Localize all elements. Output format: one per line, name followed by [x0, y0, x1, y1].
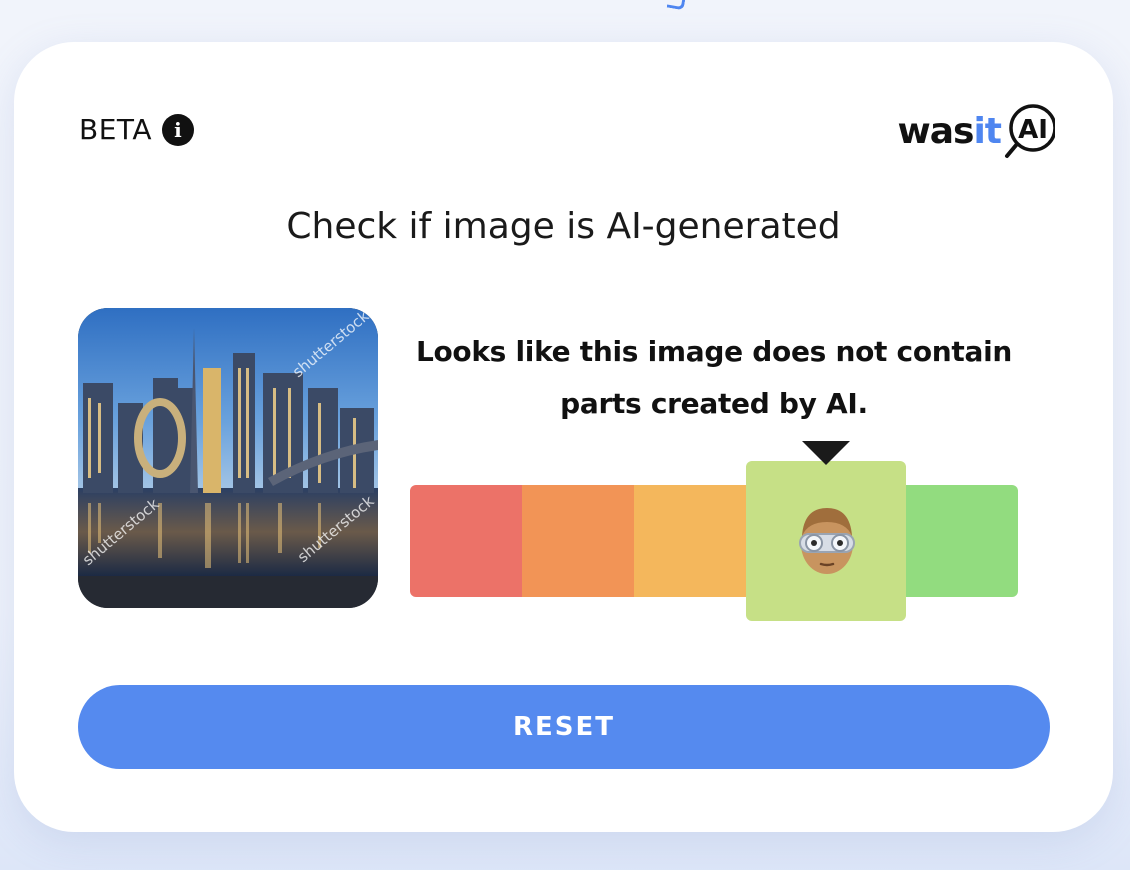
nerd-face-emoji-icon — [799, 508, 855, 574]
info-icon[interactable]: i — [161, 113, 194, 146]
city-skyline-image: shutterstock shutterstock shutterstock — [78, 308, 378, 608]
uploaded-image-preview: shutterstock shutterstock shutterstock — [78, 308, 378, 608]
ai-likelihood-meter — [410, 441, 1018, 621]
wasitai-logo: wasit AI — [897, 102, 1055, 160]
decorative-mark — [666, 0, 687, 11]
meter-segment-5 — [906, 485, 1018, 597]
meter-segment-2 — [522, 485, 634, 597]
meter-segment-3 — [634, 485, 746, 597]
meter-segment-1 — [410, 485, 522, 597]
magnifier-icon: AI — [1005, 104, 1055, 158]
ai-checker-card: BETA i wasit AI Check if image is AI-gen… — [14, 42, 1113, 832]
meter-pointer-icon — [802, 441, 850, 465]
beta-badge: BETA i — [79, 113, 194, 146]
reset-button[interactable]: RESET — [78, 685, 1050, 769]
logo-ai-text: AI — [1018, 115, 1048, 145]
result-message: Looks like this image does not contain p… — [415, 335, 1013, 420]
beta-label: BETA — [79, 113, 152, 146]
logo-wordmark: wasit — [897, 110, 1002, 152]
page-title: Check if image is AI-generated — [286, 206, 841, 248]
